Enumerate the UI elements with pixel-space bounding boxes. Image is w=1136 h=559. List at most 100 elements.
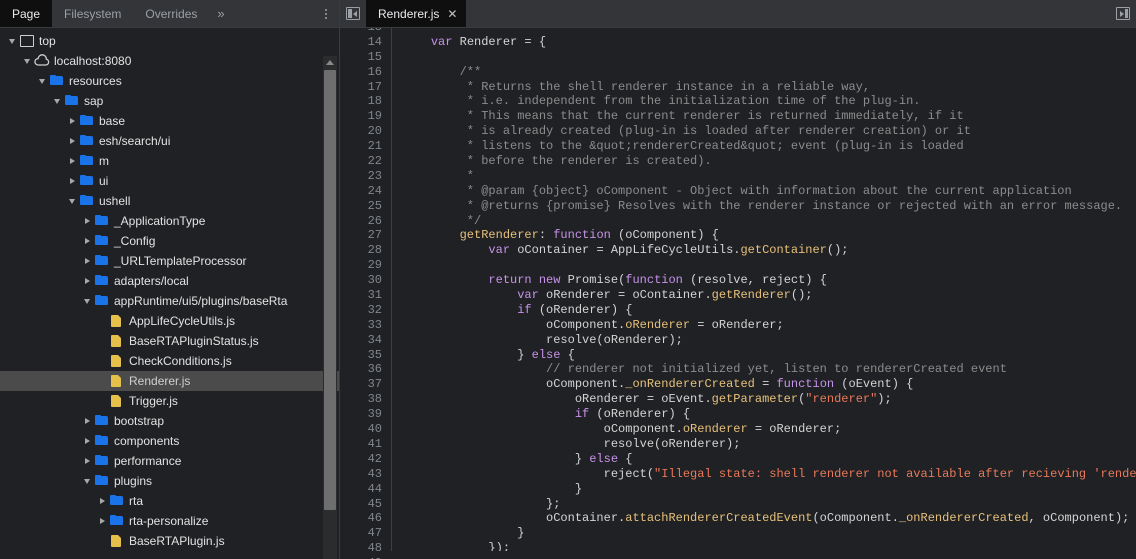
tree-item[interactable]: Renderer.js bbox=[0, 371, 339, 391]
code-line[interactable]: // renderer not initialized yet, listen … bbox=[402, 362, 1136, 377]
code-line[interactable] bbox=[402, 28, 1136, 35]
tree-item[interactable]: components bbox=[0, 431, 339, 451]
code-line[interactable]: var oRenderer = oContainer.getRenderer()… bbox=[402, 288, 1136, 303]
code-line[interactable] bbox=[402, 258, 1136, 273]
tree-item[interactable]: BaseRTAPluginStatus.js bbox=[0, 331, 339, 351]
chevron-down-icon[interactable] bbox=[6, 38, 18, 44]
code-line[interactable]: * i.e. independent from the initializati… bbox=[402, 94, 1136, 109]
code-token: var bbox=[430, 34, 453, 49]
tree-item[interactable]: adapters/local bbox=[0, 271, 339, 291]
code-line[interactable]: }; bbox=[402, 497, 1136, 512]
code-line[interactable]: oComponent.oRenderer = oRenderer; bbox=[402, 318, 1136, 333]
tree-item[interactable]: rta-personalize bbox=[0, 511, 339, 531]
tree-item[interactable]: ui bbox=[0, 171, 339, 191]
tree-item[interactable]: rta bbox=[0, 491, 339, 511]
code-line[interactable]: } else { bbox=[402, 452, 1136, 467]
chevron-right-icon[interactable] bbox=[66, 158, 78, 164]
chevron-right-icon[interactable] bbox=[81, 438, 93, 444]
code-line[interactable]: oComponent.oRenderer = oRenderer; bbox=[402, 422, 1136, 437]
code-line[interactable]: var Renderer = { bbox=[402, 35, 1136, 50]
tree-item[interactable]: _Config bbox=[0, 231, 339, 251]
tree-item[interactable]: Trigger.js bbox=[0, 391, 339, 411]
tree-item[interactable]: _URLTemplateProcessor bbox=[0, 251, 339, 271]
code-line[interactable]: * bbox=[402, 169, 1136, 184]
code-line[interactable]: /** bbox=[402, 65, 1136, 80]
chevron-right-icon[interactable] bbox=[81, 238, 93, 244]
code-line[interactable]: } bbox=[402, 482, 1136, 497]
code-token: "renderer" bbox=[805, 392, 878, 407]
code-line[interactable]: * @returns {promise} Resolves with the r… bbox=[402, 199, 1136, 214]
tree-item[interactable]: top bbox=[0, 31, 339, 51]
tab-overrides[interactable]: Overrides bbox=[133, 0, 209, 27]
code-line[interactable]: oComponent._onRendererCreated = function… bbox=[402, 377, 1136, 392]
tree-item[interactable]: base bbox=[0, 111, 339, 131]
code-line[interactable]: * listens to the &quot;rendererCreated&q… bbox=[402, 139, 1136, 154]
file-tree[interactable]: top localhost:8080 resources sap base esh/sea… bbox=[0, 28, 339, 559]
tree-item[interactable]: resources bbox=[0, 71, 339, 91]
close-icon[interactable]: ✕ bbox=[447, 8, 457, 20]
tree-item[interactable]: sap bbox=[0, 91, 339, 111]
code-line[interactable]: * This means that the current renderer i… bbox=[402, 109, 1136, 124]
chevron-down-icon[interactable] bbox=[81, 478, 93, 484]
line-number: 43 bbox=[367, 466, 382, 481]
chevron-right-icon[interactable] bbox=[66, 138, 78, 144]
tree-item[interactable]: _ApplicationType bbox=[0, 211, 339, 231]
editor-tab-renderer-js[interactable]: Renderer.js ✕ bbox=[366, 0, 467, 27]
tree-item[interactable]: ushell bbox=[0, 191, 339, 211]
code-line[interactable]: if (oRenderer) { bbox=[402, 303, 1136, 318]
tab-filesystem[interactable]: Filesystem bbox=[52, 0, 133, 27]
code-line[interactable]: if (oRenderer) { bbox=[402, 407, 1136, 422]
code-line[interactable]: return new Promise(function (resolve, re… bbox=[402, 273, 1136, 288]
kebab-menu-icon[interactable] bbox=[313, 0, 339, 27]
chevron-down-icon[interactable] bbox=[81, 298, 93, 304]
tree-item[interactable]: performance bbox=[0, 451, 339, 471]
chevron-right-icon[interactable] bbox=[96, 498, 108, 504]
tree-item[interactable]: plugins bbox=[0, 471, 339, 491]
chevron-down-icon[interactable] bbox=[66, 198, 78, 204]
code-line[interactable] bbox=[402, 50, 1136, 65]
chevron-right-icon[interactable] bbox=[81, 418, 93, 424]
chevron-right-icon[interactable] bbox=[81, 278, 93, 284]
tree-item[interactable]: localhost:8080 bbox=[0, 51, 339, 71]
chevron-right-icon[interactable] bbox=[66, 118, 78, 124]
chevron-right-icon[interactable] bbox=[96, 518, 108, 524]
code-line[interactable]: resolve(oRenderer); bbox=[402, 333, 1136, 348]
tree-item[interactable]: esh/search/ui bbox=[0, 131, 339, 151]
tree-item[interactable]: bootstrap bbox=[0, 411, 339, 431]
code-line[interactable]: reject("Illegal state: shell renderer no… bbox=[402, 467, 1136, 482]
code-line[interactable]: */ bbox=[402, 214, 1136, 229]
navigator-scrollbar[interactable] bbox=[323, 56, 337, 559]
code-line[interactable]: resolve(oRenderer); bbox=[402, 437, 1136, 452]
code-line[interactable]: } else { bbox=[402, 348, 1136, 363]
tab-page[interactable]: Page bbox=[0, 0, 53, 27]
chevron-right-icon[interactable] bbox=[81, 258, 93, 264]
code-line[interactable]: * Returns the shell renderer instance in… bbox=[402, 80, 1136, 95]
chevron-right-icon[interactable] bbox=[81, 458, 93, 464]
code-line[interactable]: * before the renderer is created). bbox=[402, 154, 1136, 169]
tree-item[interactable]: m bbox=[0, 151, 339, 171]
scroll-up-arrow-icon[interactable] bbox=[323, 56, 337, 68]
code-line[interactable]: } bbox=[402, 526, 1136, 541]
code-line[interactable]: var oContainer = AppLifeCycleUtils.getCo… bbox=[402, 243, 1136, 258]
code-line[interactable]: oRenderer = oEvent.getParameter("rendere… bbox=[402, 392, 1136, 407]
code-line[interactable]: * @param {object} oComponent - Object wi… bbox=[402, 184, 1136, 199]
show-navigator-icon[interactable] bbox=[340, 0, 366, 27]
code-line[interactable]: getRenderer: function (oComponent) { bbox=[402, 228, 1136, 243]
code-line[interactable]: oContainer.attachRendererCreatedEvent(oC… bbox=[402, 511, 1136, 526]
scrollbar-thumb[interactable] bbox=[324, 70, 336, 510]
code-line[interactable]: }); bbox=[402, 541, 1136, 551]
code-line[interactable]: * is already created (plug-in is loaded … bbox=[402, 124, 1136, 139]
code-content[interactable]: var Renderer = { /** * Returns the shell… bbox=[392, 28, 1136, 551]
chevron-right-icon[interactable] bbox=[66, 178, 78, 184]
show-debugger-icon[interactable] bbox=[1110, 0, 1136, 27]
code-editor[interactable]: 1314151617181920212223242526272829303132… bbox=[340, 28, 1136, 559]
chevron-down-icon[interactable] bbox=[51, 98, 63, 104]
tree-item[interactable]: appRuntime/ui5/plugins/baseRta bbox=[0, 291, 339, 311]
chevron-down-icon[interactable] bbox=[21, 58, 33, 64]
more-tabs-icon[interactable]: » bbox=[209, 0, 232, 27]
tree-item[interactable]: CheckConditions.js bbox=[0, 351, 339, 371]
tree-item[interactable]: AppLifeCycleUtils.js bbox=[0, 311, 339, 331]
chevron-down-icon[interactable] bbox=[36, 78, 48, 84]
tree-item[interactable]: BaseRTAPlugin.js bbox=[0, 531, 339, 551]
chevron-right-icon[interactable] bbox=[81, 218, 93, 224]
